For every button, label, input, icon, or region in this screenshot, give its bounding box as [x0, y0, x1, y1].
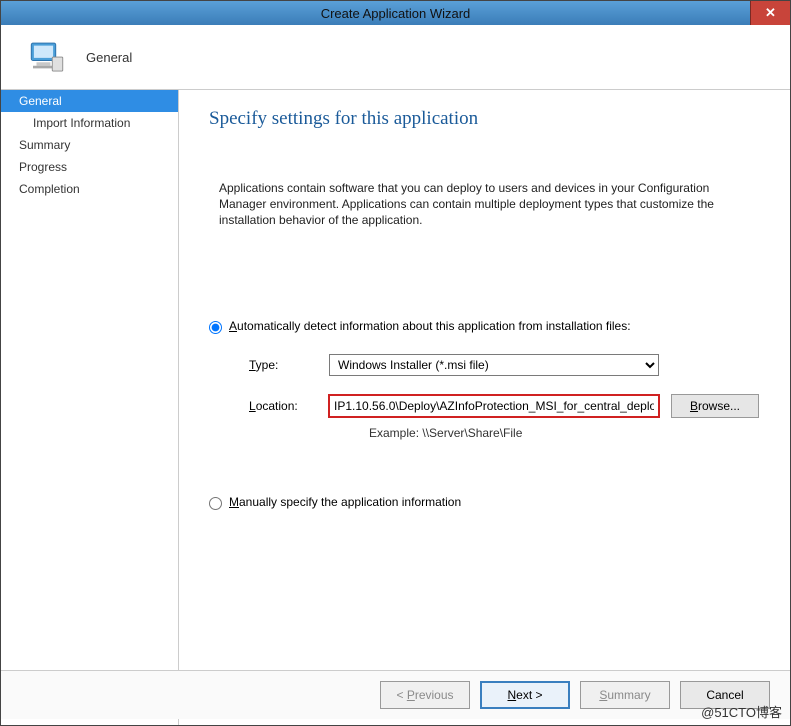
manual-option[interactable]: Manually specify the application informa…	[209, 495, 760, 510]
page-title: Specify settings for this application	[209, 108, 760, 130]
sidebar-item-completion[interactable]: Completion	[1, 178, 178, 200]
sidebar-item-general[interactable]: General	[1, 90, 178, 112]
titlebar: Create Application Wizard ✕	[1, 1, 790, 25]
location-row: Location: Browse...	[249, 394, 760, 418]
computer-icon	[26, 36, 68, 78]
type-select[interactable]: Windows Installer (*.msi file)	[329, 354, 659, 376]
example-text: Example: \\Server\Share\File	[369, 426, 760, 440]
header-section: General	[1, 25, 790, 89]
page-description: Applications contain software that you c…	[209, 180, 760, 229]
auto-detect-option[interactable]: Automatically detect information about t…	[209, 319, 760, 334]
sidebar-item-import-information[interactable]: Import Information	[1, 112, 178, 134]
main-area: General Import Information Summary Progr…	[1, 89, 790, 725]
content-pane: Specify settings for this application Ap…	[179, 90, 790, 725]
browse-button[interactable]: Browse...	[671, 394, 759, 418]
auto-detect-form: Type: Windows Installer (*.msi file) Loc…	[249, 354, 760, 440]
watermark-text: @51CTO博客	[701, 702, 782, 721]
type-row: Type: Windows Installer (*.msi file)	[249, 354, 760, 376]
window-title: Create Application Wizard	[1, 6, 790, 21]
footer-buttons: < Previous Next > Summary Cancel	[1, 670, 790, 719]
sidebar-item-progress[interactable]: Progress	[1, 156, 178, 178]
summary-button: Summary	[580, 681, 670, 709]
location-label: Location:	[249, 399, 329, 413]
auto-detect-radio[interactable]	[209, 321, 222, 334]
previous-button: < Previous	[380, 681, 470, 709]
sidebar-item-summary[interactable]: Summary	[1, 134, 178, 156]
header-label: General	[86, 50, 132, 65]
next-button[interactable]: Next >	[480, 681, 570, 709]
auto-detect-label: Automatically detect information about t…	[229, 319, 631, 333]
wizard-window: Create Application Wizard ✕ General Gene…	[0, 0, 791, 726]
sidebar: General Import Information Summary Progr…	[1, 90, 179, 725]
type-label: Type:	[249, 358, 329, 372]
manual-radio[interactable]	[209, 497, 222, 510]
manual-label: Manually specify the application informa…	[229, 495, 461, 509]
close-button[interactable]: ✕	[750, 1, 790, 25]
close-icon: ✕	[765, 5, 776, 21]
location-input[interactable]	[329, 395, 659, 417]
